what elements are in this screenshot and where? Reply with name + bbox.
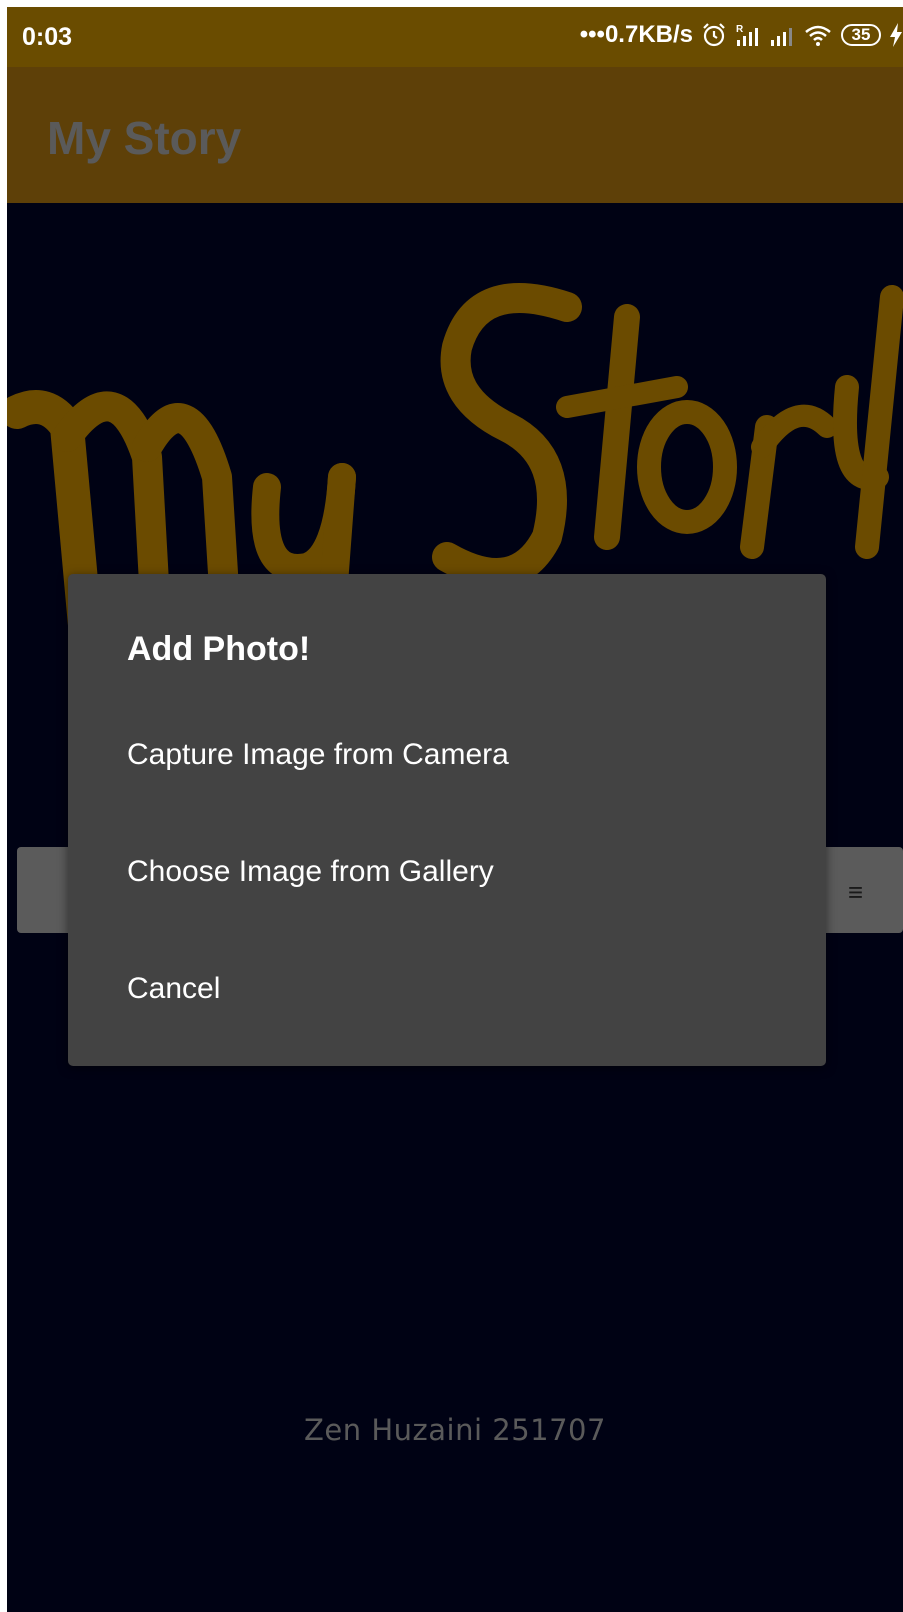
cancel-option[interactable]: Cancel	[68, 936, 826, 1046]
svg-text:R: R	[736, 24, 744, 35]
status-time: 0:03	[22, 23, 73, 51]
app-title: My Story	[47, 112, 242, 164]
footer-credit: Zen Huzaini 251707	[304, 1413, 606, 1447]
status-bar: 0:03 •••0.7KB/s R 35	[7, 7, 903, 67]
menu-icon: ≡	[847, 877, 863, 907]
cancel-label: Cancel	[127, 972, 221, 1005]
alarm-icon	[701, 22, 727, 48]
battery-icon: 35	[841, 24, 881, 46]
choose-gallery-label: Choose Image from Gallery	[127, 855, 494, 888]
add-photo-dialog: Add Photo! Capture Image from Camera Cho…	[68, 574, 826, 1066]
dialog-title: Add Photo!	[127, 630, 311, 668]
wifi-icon	[803, 22, 833, 48]
status-indicators: •••0.7KB/s R 35	[580, 21, 903, 49]
charging-icon	[889, 23, 903, 47]
signal-icon	[769, 22, 795, 48]
choose-gallery-option[interactable]: Choose Image from Gallery	[68, 819, 826, 929]
roaming-signal-icon: R	[735, 22, 761, 48]
capture-camera-label: Capture Image from Camera	[127, 738, 509, 771]
app-screen: 0:03 •••0.7KB/s R 35 My Story ≡ Add Phot…	[7, 7, 903, 1612]
capture-camera-option[interactable]: Capture Image from Camera	[68, 702, 826, 812]
network-speed: •••0.7KB/s	[579, 21, 693, 48]
app-bar: My Story	[7, 67, 903, 203]
